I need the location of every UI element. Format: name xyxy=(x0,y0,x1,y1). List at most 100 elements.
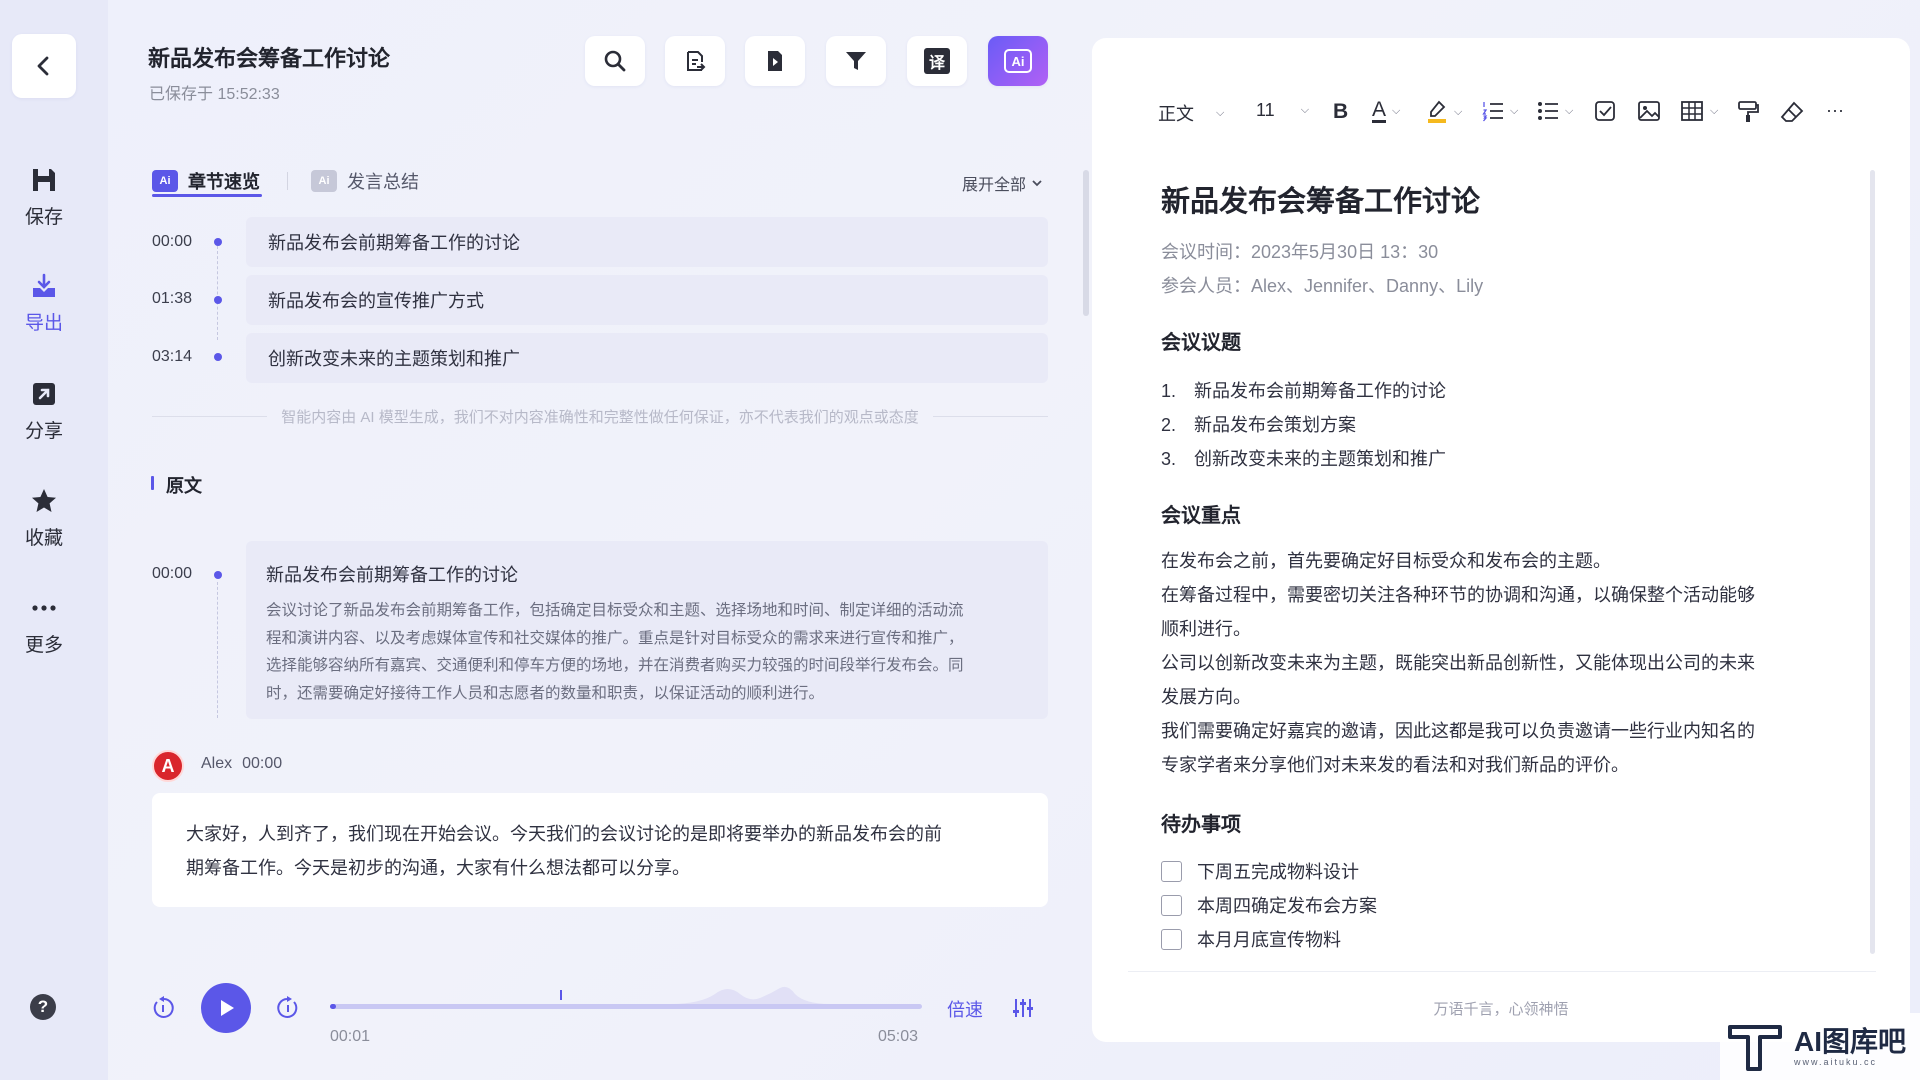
avatar[interactable]: A xyxy=(152,750,184,782)
ai-puzzle-icon: Ai xyxy=(1004,49,1032,73)
rewind-button[interactable] xyxy=(151,995,177,1021)
forward-button[interactable] xyxy=(274,995,300,1021)
chevron-down-icon xyxy=(1032,180,1042,187)
speech-bubble[interactable]: 大家好，人到齐了，我们现在开始会议。今天我们的会议讨论的是即将要举办的新品发布会… xyxy=(152,793,1048,907)
watermark-logo-icon xyxy=(1728,1024,1782,1071)
font-size-select[interactable]: 11 ⌵ xyxy=(1256,100,1309,121)
tab-chapters[interactable]: Ai 章节速览 xyxy=(152,168,260,194)
forward-icon xyxy=(277,996,298,1018)
saved-status: 已保存于 15:52:33 xyxy=(149,86,280,103)
speech-line: 期筹备工作。今天是初步的沟通，大家有什么想法都可以分享。 xyxy=(186,858,690,878)
play-button[interactable] xyxy=(201,983,251,1033)
translate-button[interactable]: 译 xyxy=(907,36,967,86)
equalizer-button[interactable] xyxy=(1009,994,1037,1022)
chapter-time: 01:38 xyxy=(152,290,193,307)
timeline-dot xyxy=(214,296,222,304)
todo-checkbox[interactable] xyxy=(1161,894,1182,916)
tab-speech-summary[interactable]: Ai 发言总结 xyxy=(311,168,419,194)
waveform xyxy=(330,986,922,1004)
progress-fill xyxy=(330,1004,336,1009)
rewind-icon xyxy=(153,996,174,1018)
section-title: 新品发布会前期筹备工作的讨论 xyxy=(266,565,518,585)
font-size-value: 11 xyxy=(1256,100,1275,120)
filter-button[interactable] xyxy=(826,36,886,86)
chapter-item[interactable]: 创新改变未来的主题策划和推广 xyxy=(246,333,1048,383)
play-icon xyxy=(221,1000,234,1016)
sidebar-item-export[interactable]: 导出 xyxy=(0,272,88,335)
speaker-time: 00:00 xyxy=(242,755,283,772)
chevron-down-icon: ⌵ xyxy=(1300,104,1310,116)
page-title: 新品发布会筹备工作讨论 xyxy=(148,46,391,71)
font-color-icon: A xyxy=(1372,98,1387,123)
highlight-button[interactable]: ⌵ xyxy=(1426,100,1462,124)
agenda-item: 3. 创新改变未来的主题策划和推广 xyxy=(1161,449,1446,469)
clear-format-button[interactable] xyxy=(1780,100,1804,124)
chapter-item[interactable]: 新品发布会前期筹备工作的讨论 xyxy=(246,217,1048,267)
sidebar-item-share[interactable]: 分享 xyxy=(0,380,88,443)
chevron-down-icon: ⌵ xyxy=(1565,104,1574,117)
timeline-dot xyxy=(214,238,222,246)
more-tools-button[interactable]: ··· xyxy=(1826,100,1844,121)
tab-indicator xyxy=(152,194,262,197)
current-time: 00:01 xyxy=(330,1028,371,1045)
ordered-list-button[interactable]: ⌵ xyxy=(1482,100,1518,122)
paragraph-style-value: 正文 xyxy=(1158,104,1194,124)
checkbox-insert-button[interactable] xyxy=(1594,100,1616,122)
meeting-time: 会议时间：2023年5月30日 13：30 xyxy=(1161,242,1439,262)
section-line: 会议讨论了新品发布会前期筹备工作，包括确定目标受众和主题、选择场地和时间、制定详… xyxy=(266,602,964,619)
todo-item[interactable]: 下周五完成物料设计 xyxy=(1161,858,1359,884)
checkbox-icon xyxy=(1595,101,1615,121)
chevron-down-icon: ⌵ xyxy=(1710,104,1719,117)
bold-button[interactable]: B xyxy=(1333,100,1348,124)
format-painter-button[interactable] xyxy=(1736,100,1760,124)
speaker-name: Alex xyxy=(201,755,233,772)
ai-assistant-button[interactable]: Ai xyxy=(988,36,1048,86)
bullet-list-button[interactable]: ⌵ xyxy=(1537,100,1573,122)
ai-chapter-icon: Ai xyxy=(152,170,178,192)
more-icon xyxy=(32,605,56,611)
timeline-line xyxy=(217,246,218,340)
ai-summary-icon: Ai xyxy=(311,170,337,192)
expand-all-button[interactable]: 展开全部 xyxy=(962,171,1044,195)
sidebar-item-favorite[interactable]: 收藏 xyxy=(0,487,88,550)
insert-table-button[interactable]: ⌵ xyxy=(1680,100,1718,122)
help-button[interactable]: ? xyxy=(30,994,56,1020)
section-summary-card[interactable]: 新品发布会前期筹备工作的讨论 会议讨论了新品发布会前期筹备工作，包括确定目标受众… xyxy=(246,541,1048,719)
sidebar-item-save[interactable]: 保存 xyxy=(0,166,88,229)
chevron-down-icon: ⌵ xyxy=(1216,106,1225,119)
back-button[interactable] xyxy=(12,34,76,98)
todo-item[interactable]: 本周四确定发布会方案 xyxy=(1161,892,1377,918)
sidebar-item-label: 更多 xyxy=(24,635,63,656)
tab-label: 发言总结 xyxy=(347,172,419,192)
search-button[interactable] xyxy=(585,36,645,86)
section-line: 程和演讲内容、以及考虑媒体宣传和社交媒体的推广。重点是针对目标受众的需求来进行宣… xyxy=(266,629,964,647)
todo-checkbox[interactable] xyxy=(1161,860,1182,882)
original-heading: 原文 xyxy=(166,476,202,496)
table-icon xyxy=(1681,101,1703,121)
chevron-down-icon: ⌵ xyxy=(1392,105,1401,117)
translate-icon: 译 xyxy=(924,48,950,74)
font-color-button[interactable]: A ⌵ xyxy=(1372,98,1401,123)
progress-track[interactable] xyxy=(330,1004,922,1009)
chapter-item[interactable]: 新品发布会的宣传推广方式 xyxy=(246,275,1048,325)
timeline-dot xyxy=(214,353,222,361)
search-icon xyxy=(604,50,626,72)
paragraph-style-select[interactable]: 正文 ⌵ xyxy=(1158,100,1224,126)
insert-image-button[interactable] xyxy=(1637,100,1661,122)
watermark: AI图库吧 www.aituku.cc xyxy=(1720,1013,1920,1080)
sidebar-item-more[interactable]: 更多 xyxy=(0,594,88,657)
content-scrollbar[interactable] xyxy=(1083,170,1089,316)
speed-button[interactable]: 倍速 xyxy=(947,996,983,1022)
ordered-list-icon xyxy=(1482,102,1503,122)
editor-scrollbar[interactable] xyxy=(1870,170,1875,954)
todo-checkbox[interactable] xyxy=(1161,928,1182,950)
video-export-button[interactable] xyxy=(745,36,805,86)
export-icon xyxy=(33,273,55,297)
eraser-icon xyxy=(1780,101,1804,122)
section-line: 选择能够容纳所有嘉宾、交通便利和停车方便的场地，并在消费者购买力较强的时间段举行… xyxy=(266,657,964,674)
save-icon xyxy=(33,169,55,191)
expand-all-label: 展开全部 xyxy=(962,177,1027,194)
document-list-button[interactable] xyxy=(665,36,725,86)
watermark-url: www.aituku.cc xyxy=(1794,1056,1878,1067)
todo-item[interactable]: 本月月底宣传物料 xyxy=(1161,926,1341,952)
